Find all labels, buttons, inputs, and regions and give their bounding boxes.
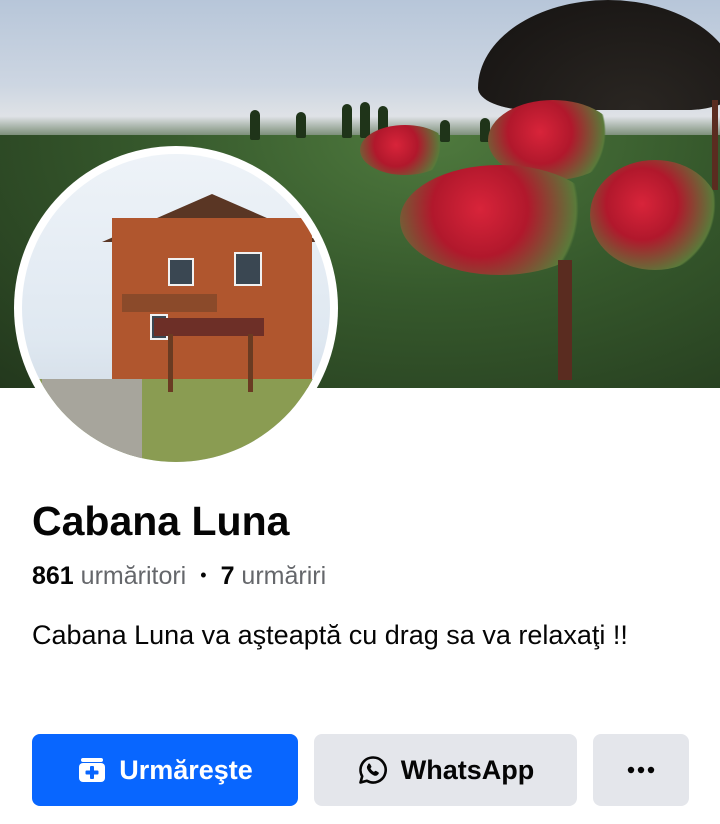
house-window: [234, 252, 262, 286]
following-label: urmăriri: [241, 562, 327, 590]
cover-flowers: [360, 125, 450, 175]
follow-page-icon: [77, 755, 107, 785]
cover-flowers: [400, 165, 600, 275]
stats-separator: •: [200, 565, 207, 585]
house-balcony: [122, 294, 217, 312]
page-stats: 861 urmăritori • 7 urmăriri: [32, 562, 326, 591]
swing-post: [168, 334, 173, 392]
follow-button[interactable]: Urmăreşte: [32, 734, 298, 806]
followers-link[interactable]: 861 urmăritori: [32, 562, 186, 590]
more-options-button[interactable]: •••: [593, 734, 689, 806]
cover-tree: [360, 102, 370, 138]
cover-tree: [296, 112, 306, 138]
follow-button-label: Urmăreşte: [119, 754, 253, 785]
page-bio: Cabana Luna va aşteaptă cu drag sa va re…: [32, 620, 628, 650]
gravel-path: [42, 379, 142, 462]
followers-label: urmăritori: [80, 562, 187, 590]
whatsapp-button-label: WhatsApp: [400, 754, 535, 785]
house-window: [168, 258, 194, 286]
followers-count: 861: [32, 562, 74, 590]
cover-post: [712, 100, 718, 190]
profile-picture-image: [22, 154, 330, 462]
whatsapp-icon: [357, 754, 389, 786]
cover-tree: [342, 104, 352, 138]
profile-picture[interactable]: [14, 146, 338, 470]
cover-post: [558, 260, 572, 380]
page-title: Cabana Luna: [32, 498, 290, 544]
cover-flowers: [590, 160, 720, 270]
following-link[interactable]: 7 urmăriri: [221, 562, 327, 590]
whatsapp-button[interactable]: WhatsApp: [314, 734, 577, 806]
swing-post: [248, 334, 253, 392]
more-options-icon: [625, 765, 657, 775]
cover-umbrella: [478, 0, 720, 110]
following-count: 7: [220, 562, 235, 590]
cover-tree: [250, 110, 260, 140]
